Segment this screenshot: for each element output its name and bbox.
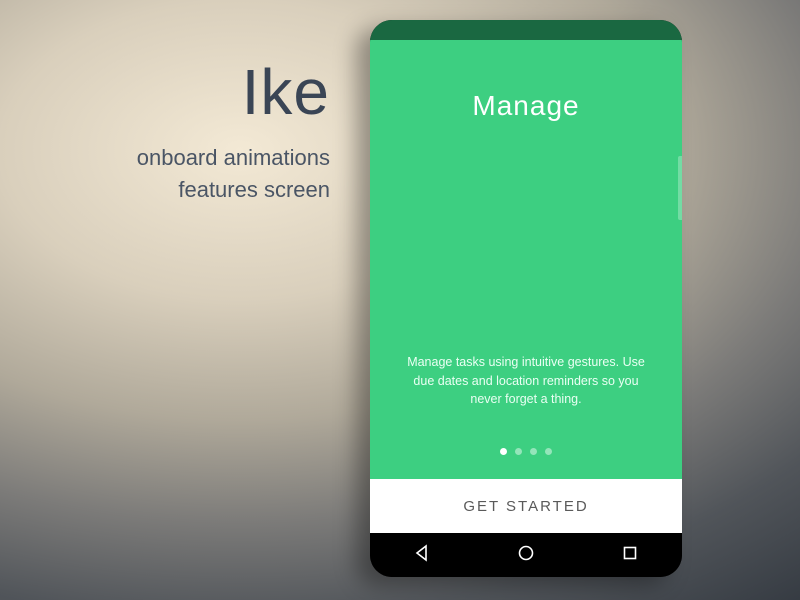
nav-home-button[interactable]	[496, 544, 556, 567]
nav-recent-button[interactable]	[600, 545, 660, 566]
onboarding-title: Manage	[472, 90, 579, 122]
marketing-copy: Ike onboard animations features screen	[0, 60, 330, 206]
back-triangle-icon	[413, 544, 431, 567]
onboarding-screen[interactable]: Manage Manage tasks using intuitive gest…	[370, 40, 682, 479]
page-dot-4[interactable]	[545, 448, 552, 455]
get-started-button[interactable]: GET STARTED	[463, 498, 588, 515]
cta-bar: GET STARTED	[370, 479, 682, 533]
app-name: Ike	[0, 60, 330, 124]
page-dot-2[interactable]	[515, 448, 522, 455]
marketing-subline-2: features screen	[0, 174, 330, 206]
page-dot-1[interactable]	[500, 448, 507, 455]
page-indicator[interactable]	[370, 448, 682, 455]
phone-frame: Manage Manage tasks using intuitive gest…	[370, 20, 682, 577]
page-dot-3[interactable]	[530, 448, 537, 455]
android-navbar	[370, 533, 682, 577]
onboarding-description: Manage tasks using intuitive gestures. U…	[400, 353, 652, 409]
scroll-indicator	[678, 156, 682, 220]
android-statusbar	[370, 20, 682, 40]
marketing-subline-1: onboard animations	[0, 142, 330, 174]
recent-square-icon	[622, 545, 638, 566]
nav-back-button[interactable]	[392, 544, 452, 567]
home-circle-icon	[517, 544, 535, 567]
